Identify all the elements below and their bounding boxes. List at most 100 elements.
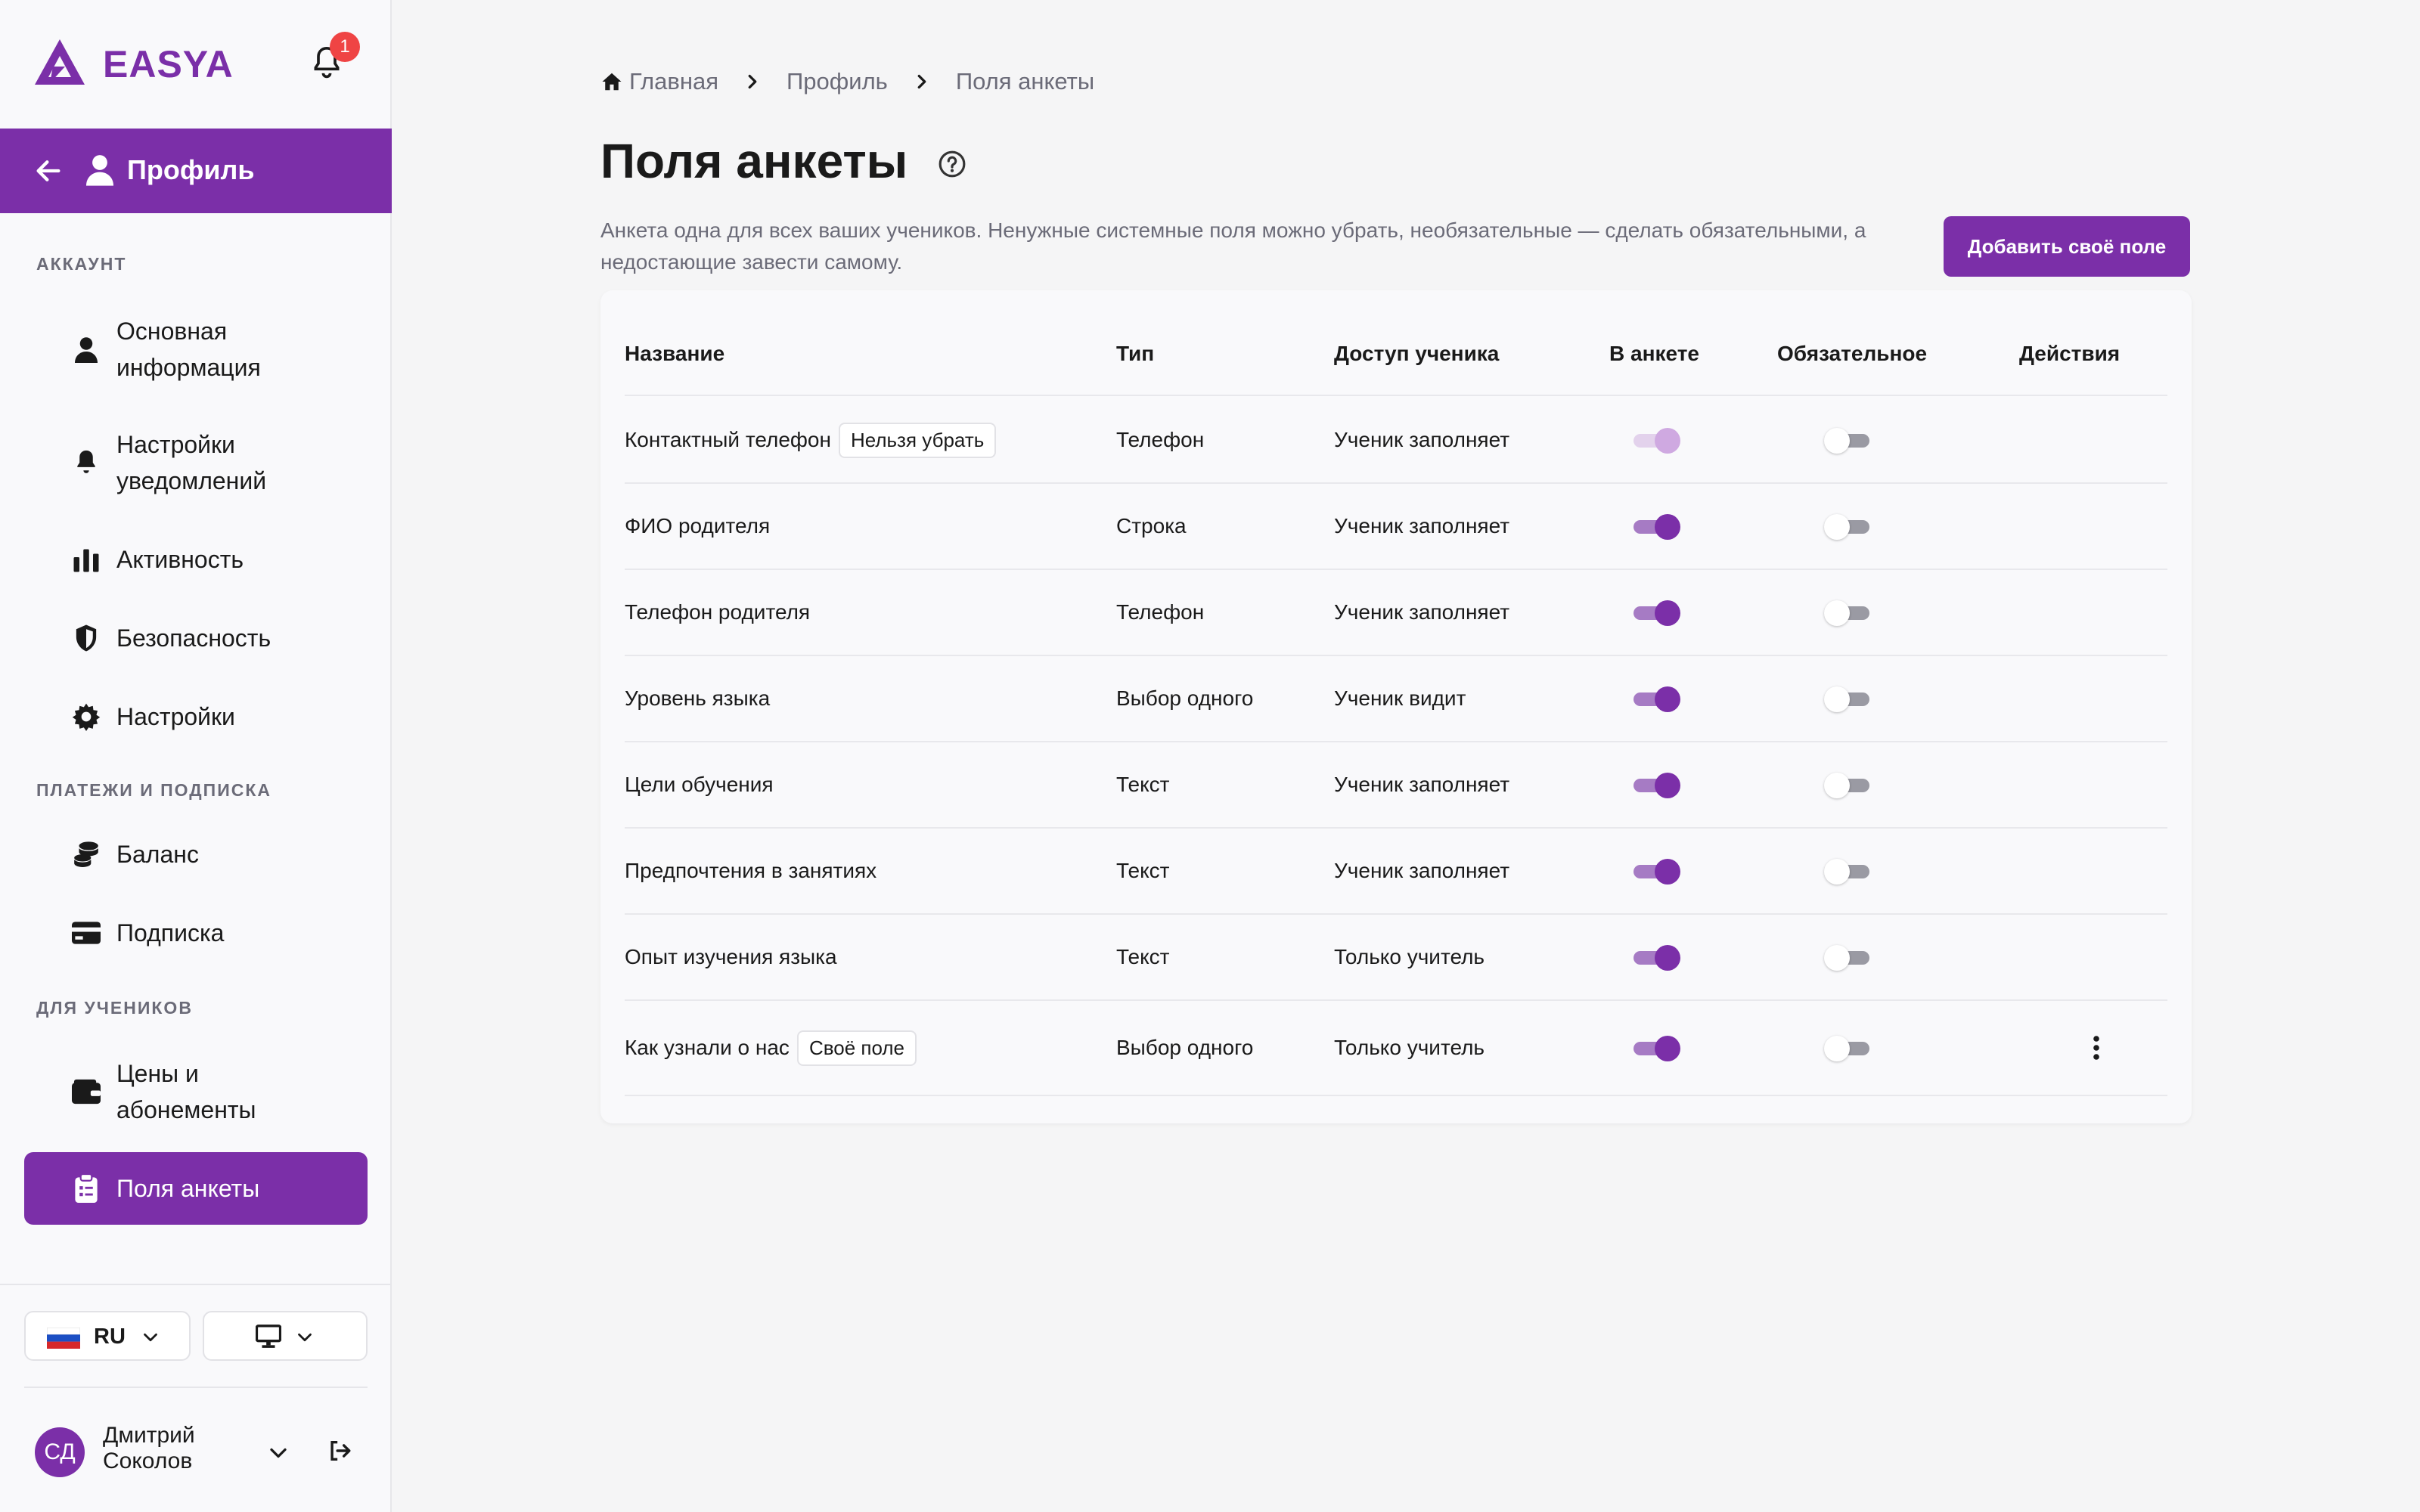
sidebar-item-basic-info[interactable]: Основная информация <box>24 310 368 389</box>
in-form-toggle[interactable] <box>1634 856 1680 886</box>
device-select[interactable] <box>203 1311 368 1361</box>
gear-icon <box>70 700 103 733</box>
shield-icon <box>70 621 103 655</box>
notification-badge: 1 <box>330 32 360 62</box>
language-select[interactable]: RU <box>24 1311 191 1361</box>
table-row: Телефон родителя Телефон Ученик заполняет <box>625 570 2167 656</box>
chevron-down-icon[interactable] <box>265 1439 292 1467</box>
help-icon[interactable] <box>938 150 966 178</box>
field-name: Предпочтения в занятиях <box>625 859 877 882</box>
credit-card-icon <box>70 916 103 950</box>
home-icon[interactable] <box>600 70 623 93</box>
sidebar-item-security[interactable]: Безопасность <box>24 620 368 656</box>
in-form-toggle[interactable] <box>1634 511 1680 541</box>
toggle-knob <box>1655 428 1680 454</box>
required-toggle[interactable] <box>1824 856 1872 886</box>
required-toggle[interactable] <box>1824 1033 1872 1063</box>
toggle-knob <box>1655 773 1680 798</box>
table-header: Название Тип Доступ ученика В анкете Обя… <box>625 313 2167 396</box>
sidebar-item-prices[interactable]: Цены и абонементы <box>24 1052 368 1131</box>
chevron-down-icon <box>298 1333 312 1342</box>
field-name: Телефон родителя <box>625 600 811 624</box>
add-custom-field-button[interactable]: Добавить своё поле <box>1944 216 2190 277</box>
sidebar-item-balance[interactable]: Баланс <box>24 836 368 872</box>
cell-name: Цели обучения <box>625 742 774 827</box>
table-row: Как узнали о нас Своё поле Выбор одного Тол… <box>625 1001 2167 1096</box>
in-form-toggle[interactable] <box>1634 597 1680 627</box>
field-name: ФИО родителя <box>625 514 771 538</box>
in-form-toggle[interactable] <box>1634 683 1680 714</box>
field-tag-badge: Нельзя убрать <box>838 422 997 458</box>
toggle-knob <box>1824 773 1850 798</box>
header-in-form: В анкете <box>1609 342 1699 365</box>
user-icon <box>70 333 103 366</box>
russia-flag-icon <box>47 1328 80 1349</box>
sidebar-item-subscription[interactable]: Подписка <box>24 915 368 951</box>
cell-type: Телефон <box>1116 428 1205 451</box>
cell-type: Текст <box>1116 945 1170 968</box>
required-toggle[interactable] <box>1824 942 1872 972</box>
required-toggle[interactable] <box>1824 425 1872 455</box>
logout-icon[interactable] <box>327 1438 352 1464</box>
toggle-knob <box>1824 859 1850 885</box>
breadcrumb-profile[interactable]: Профиль <box>786 68 888 95</box>
cell-access: Ученик заполняет <box>1334 428 1510 451</box>
page-description: Анкета одна для всех ваших учеников. Нен… <box>600 218 1866 274</box>
toggle-knob <box>1655 859 1680 885</box>
sidebar-item-label: Безопасность <box>116 624 271 652</box>
table-row: Цели обучения Текст Ученик заполняет <box>625 742 2167 829</box>
required-toggle[interactable] <box>1824 511 1872 541</box>
sidebar-footer: RU СД Дмитрий Соколов <box>0 1284 392 1512</box>
cell-access: Ученик видит <box>1334 686 1466 710</box>
header-type: Тип <box>1116 342 1155 365</box>
field-name: Контактный телефон <box>625 428 831 451</box>
user-menu[interactable]: СД Дмитрий Соколов <box>24 1387 368 1512</box>
sidebar-item-activity[interactable]: Активность <box>24 541 368 578</box>
toggle-knob <box>1655 600 1680 626</box>
cell-access: Только учитель <box>1334 945 1485 968</box>
more-vertical-icon[interactable] <box>2089 1033 2104 1063</box>
user-icon <box>86 155 113 186</box>
header-required: Обязательное <box>1777 342 1928 365</box>
arrow-left-icon[interactable] <box>33 156 64 186</box>
coins-icon <box>70 838 103 871</box>
in-form-toggle[interactable] <box>1634 1033 1680 1063</box>
breadcrumb-current: Поля анкеты <box>955 68 1095 94</box>
cell-access: Только учитель <box>1334 1036 1485 1059</box>
required-toggle[interactable] <box>1824 683 1872 714</box>
sidebar-item-label: Подписка <box>116 919 225 947</box>
cell-name: Уровень языка <box>625 656 770 741</box>
profile-back-bar[interactable]: Профиль <box>0 129 392 213</box>
clipboard-icon <box>70 1172 103 1205</box>
field-name: Как узнали о нас <box>625 1036 790 1059</box>
page-title: Поля анкеты <box>600 134 908 188</box>
sidebar-item-label: Настройки уведомлений <box>116 431 267 494</box>
cell-name: ФИО родителя <box>625 484 770 569</box>
required-toggle[interactable] <box>1824 597 1872 627</box>
cell-name: Опыт изучения языка <box>625 915 837 999</box>
profile-label: Профиль <box>127 154 255 185</box>
chevron-right-icon <box>748 74 757 89</box>
cell-type: Строка <box>1116 514 1187 538</box>
field-name: Цели обучения <box>625 773 774 796</box>
breadcrumb: Главная Профиль Поля анкеты <box>600 68 1094 95</box>
cell-type: Телефон <box>1116 600 1205 624</box>
sidebar-item-settings[interactable]: Настройки <box>24 699 368 735</box>
sidebar-item-label: Цены и абонементы <box>116 1060 256 1123</box>
cell-name: Телефон родителя <box>625 570 810 655</box>
cell-type: Выбор одного <box>1116 686 1254 710</box>
breadcrumb-home[interactable]: Главная <box>629 68 718 95</box>
sidebar-item-form-fields[interactable]: Поля анкеты <box>24 1152 368 1225</box>
toggle-knob <box>1824 1036 1850 1061</box>
user-name: Дмитрий Соколов <box>103 1423 195 1473</box>
sidebar-item-notifications[interactable]: Настройки уведомлений <box>24 423 368 502</box>
fields-table: Название Тип Доступ ученика В анкете Обя… <box>600 290 2192 1123</box>
in-form-toggle[interactable] <box>1634 942 1680 972</box>
toggle-knob <box>1824 600 1850 626</box>
cell-name: Контактный телефон Нельзя убрать <box>625 398 997 482</box>
in-form-toggle <box>1634 425 1680 455</box>
required-toggle[interactable] <box>1824 770 1872 800</box>
in-form-toggle[interactable] <box>1634 770 1680 800</box>
bell-icon <box>70 446 103 479</box>
section-payments: ПЛАТЕЖИ И ПОДПИСКА <box>36 780 271 800</box>
